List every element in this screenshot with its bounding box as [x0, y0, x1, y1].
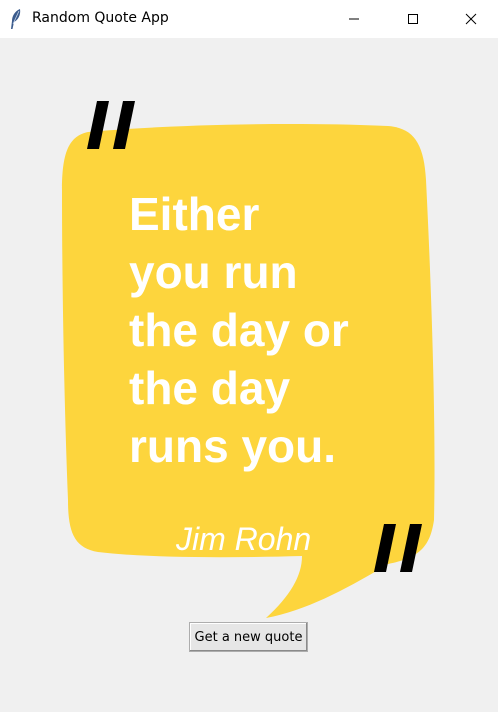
maximize-button[interactable] [390, 0, 436, 38]
quote-text: Either you run the day or the day runs y… [129, 188, 349, 472]
minimize-icon [349, 18, 359, 20]
quote-author: Jim Rohn [176, 521, 312, 557]
close-button[interactable] [448, 0, 494, 38]
content-area: Either you run the day or the day runs y… [0, 38, 498, 712]
app-window: Random Quote App Either you run the day … [0, 0, 498, 712]
close-quote-icon [374, 524, 422, 572]
title-bar[interactable]: Random Quote App [0, 0, 498, 38]
open-quote-icon [87, 101, 135, 149]
new-quote-button[interactable]: Get a new quote [189, 622, 308, 652]
maximize-icon [408, 14, 418, 24]
close-icon [465, 13, 477, 25]
minimize-button[interactable] [331, 0, 377, 38]
feather-icon [9, 8, 23, 30]
window-title: Random Quote App [32, 10, 169, 26]
